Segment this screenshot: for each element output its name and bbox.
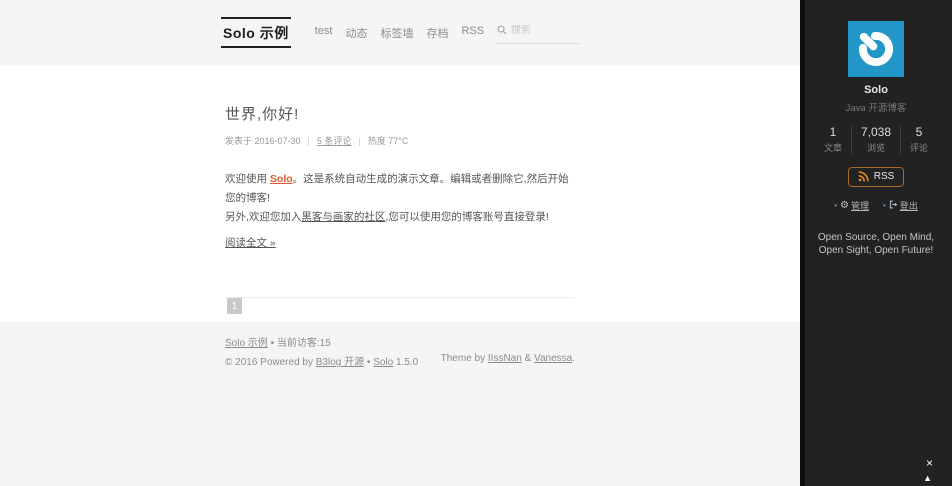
search-icon [497,22,507,40]
footer-visitor-count: • 当前访客:15 [267,338,331,349]
logout-link-label: 登出 [899,201,918,211]
logout-link[interactable]: • 登出 [883,199,918,212]
dot-separator: • [364,357,374,368]
theme-author2-link[interactable]: Vanessa [534,353,572,364]
rss-button-label: RSS [873,171,895,182]
footer-inner: Solo 示例 • 当前访客:15 © 2016 Powered by B3lo… [225,322,575,368]
sidebar-scrollbar-track[interactable] [800,0,805,486]
logout-icon [889,200,898,212]
page: Solo 示例 test 动态 标签墙 存档 RSS 世界,你好! [0,0,952,486]
rss-button[interactable]: RSS [847,167,905,187]
stat-articles-value: 1 [829,125,837,139]
admin-link-label: 管理 [850,201,869,211]
pagination: 1 [225,297,575,314]
hacpai-community-link[interactable]: 黑客与画家的社区 [301,211,385,223]
post-body: 欢迎使用 Solo。这是系统自动生成的演示文章。编辑或者删除它,然后开始您的博客… [225,170,575,251]
page-number-current[interactable]: 1 [227,298,242,314]
stat-articles-label: 文章 [823,143,842,153]
footer-visitors-line: Solo 示例 • 当前访客:15 [225,334,575,349]
solo-logo-icon[interactable] [848,21,904,77]
period-text: . [572,353,575,364]
paragraph-2-text: ,您可以使用您的博客账号直接登录! [385,211,549,223]
search-box [497,22,579,44]
post-date: 发表于 2016-07-30 [225,136,301,146]
sidebar: Solo Java 开源博客 1 文章 7,038 浏览 5 评论 RSS • ⚙… [800,0,952,486]
blog-motto: Open Source, Open Mind, Open Sight, Open… [800,231,952,257]
admin-link[interactable]: • ⚙ 管理 [834,199,869,212]
post: 世界,你好! 发表于 2016-07-30 | 5 条评论 | 热度 77°C 欢迎使用… [225,103,575,314]
post-title[interactable]: 世界,你好! [225,103,575,124]
site-header: Solo 示例 test 动态 标签墙 存档 RSS [0,0,800,65]
content-area: 世界,你好! 发表于 2016-07-30 | 5 条评论 | 热度 77°C 欢迎使用… [0,65,800,322]
motto-line-2: Open Sight, Open Future! [818,245,934,256]
main-nav: test 动态 标签墙 存档 RSS [315,25,484,41]
b3log-link[interactable]: B3log 开源 [316,357,364,368]
nav-item-dynamic[interactable]: 动态 [345,25,367,41]
blog-stats: 1 文章 7,038 浏览 5 评论 [800,125,952,154]
stat-comments[interactable]: 5 评论 [900,125,937,154]
gear-icon: ⚙ [840,200,849,211]
motto-line-1: Open Source, Open Mind, [817,232,935,243]
close-icon[interactable]: × [926,457,933,469]
comments-link[interactable]: 5 条评论 [317,136,352,146]
post-heat: 热度 77°C [367,136,409,146]
paragraph-2-text: 另外,欢迎您加入 [225,211,302,223]
header-inner: Solo 示例 test 动态 标签墙 存档 RSS [221,17,579,48]
bullet-icon: • [834,201,837,210]
footer-copyright: © 2016 Powered by B3log 开源 • Solo 1.5.0 [225,353,418,368]
theme-by-text: Theme by [440,353,488,364]
meta-separator: | [358,136,361,146]
meta-separator: | [307,136,310,146]
footer-theme-credit: Theme by IIssNan & Vanessa. [441,353,575,368]
nav-item-test[interactable]: test [315,25,333,41]
sidebar-links: • ⚙ 管理 • 登出 [800,199,952,212]
nav-item-rss[interactable]: RSS [461,25,484,41]
footer-site-link[interactable]: Solo 示例 [225,338,268,349]
nav-item-tags[interactable]: 标签墙 [380,25,413,41]
blog-subtitle: Java 开源博客 [845,103,907,114]
rss-icon [858,171,869,182]
search-input[interactable] [511,25,573,36]
site-footer: Solo 示例 • 当前访客:15 © 2016 Powered by B3lo… [0,322,800,486]
site-brand-link[interactable]: Solo 示例 [221,17,291,48]
stat-comments-value: 5 [915,125,923,139]
bullet-icon: • [882,201,886,210]
stat-comments-label: 评论 [910,143,929,153]
main-area: Solo 示例 test 动态 标签墙 存档 RSS 世界,你好! [0,0,800,486]
paragraph-1: 欢迎使用 Solo。这是系统自动生成的演示文章。编辑或者删除它,然后开始您的博客… [225,170,575,208]
blog-name: Solo [864,84,888,96]
amp-text: & [521,353,535,364]
stat-views-label: 浏览 [866,143,885,153]
version-text: 1.5.0 [393,357,419,368]
nav-item-archive[interactable]: 存档 [426,25,448,41]
post-meta: 发表于 2016-07-30 | 5 条评论 | 热度 77°C [225,134,575,147]
solo-version-link[interactable]: Solo [373,357,393,368]
theme-author1-link[interactable]: IIssNan [488,353,522,364]
paragraph-2: 另外,欢迎您加入黑客与画家的社区,您可以使用您的博客账号直接登录! [225,208,575,227]
footer-copyright-line: © 2016 Powered by B3log 开源 • Solo 1.5.0 … [225,353,575,368]
scroll-top-icon[interactable]: ▲ [923,474,932,483]
stat-views-value: 7,038 [860,125,892,139]
paragraph-1-text: 欢迎使用 [225,173,270,185]
stat-articles[interactable]: 1 文章 [815,125,851,154]
read-more-link[interactable]: 阅读全文 » [225,235,276,250]
solo-link[interactable]: Solo [270,173,293,185]
copyright-text: © 2016 Powered by [225,357,316,368]
stat-views[interactable]: 7,038 浏览 [850,125,900,154]
